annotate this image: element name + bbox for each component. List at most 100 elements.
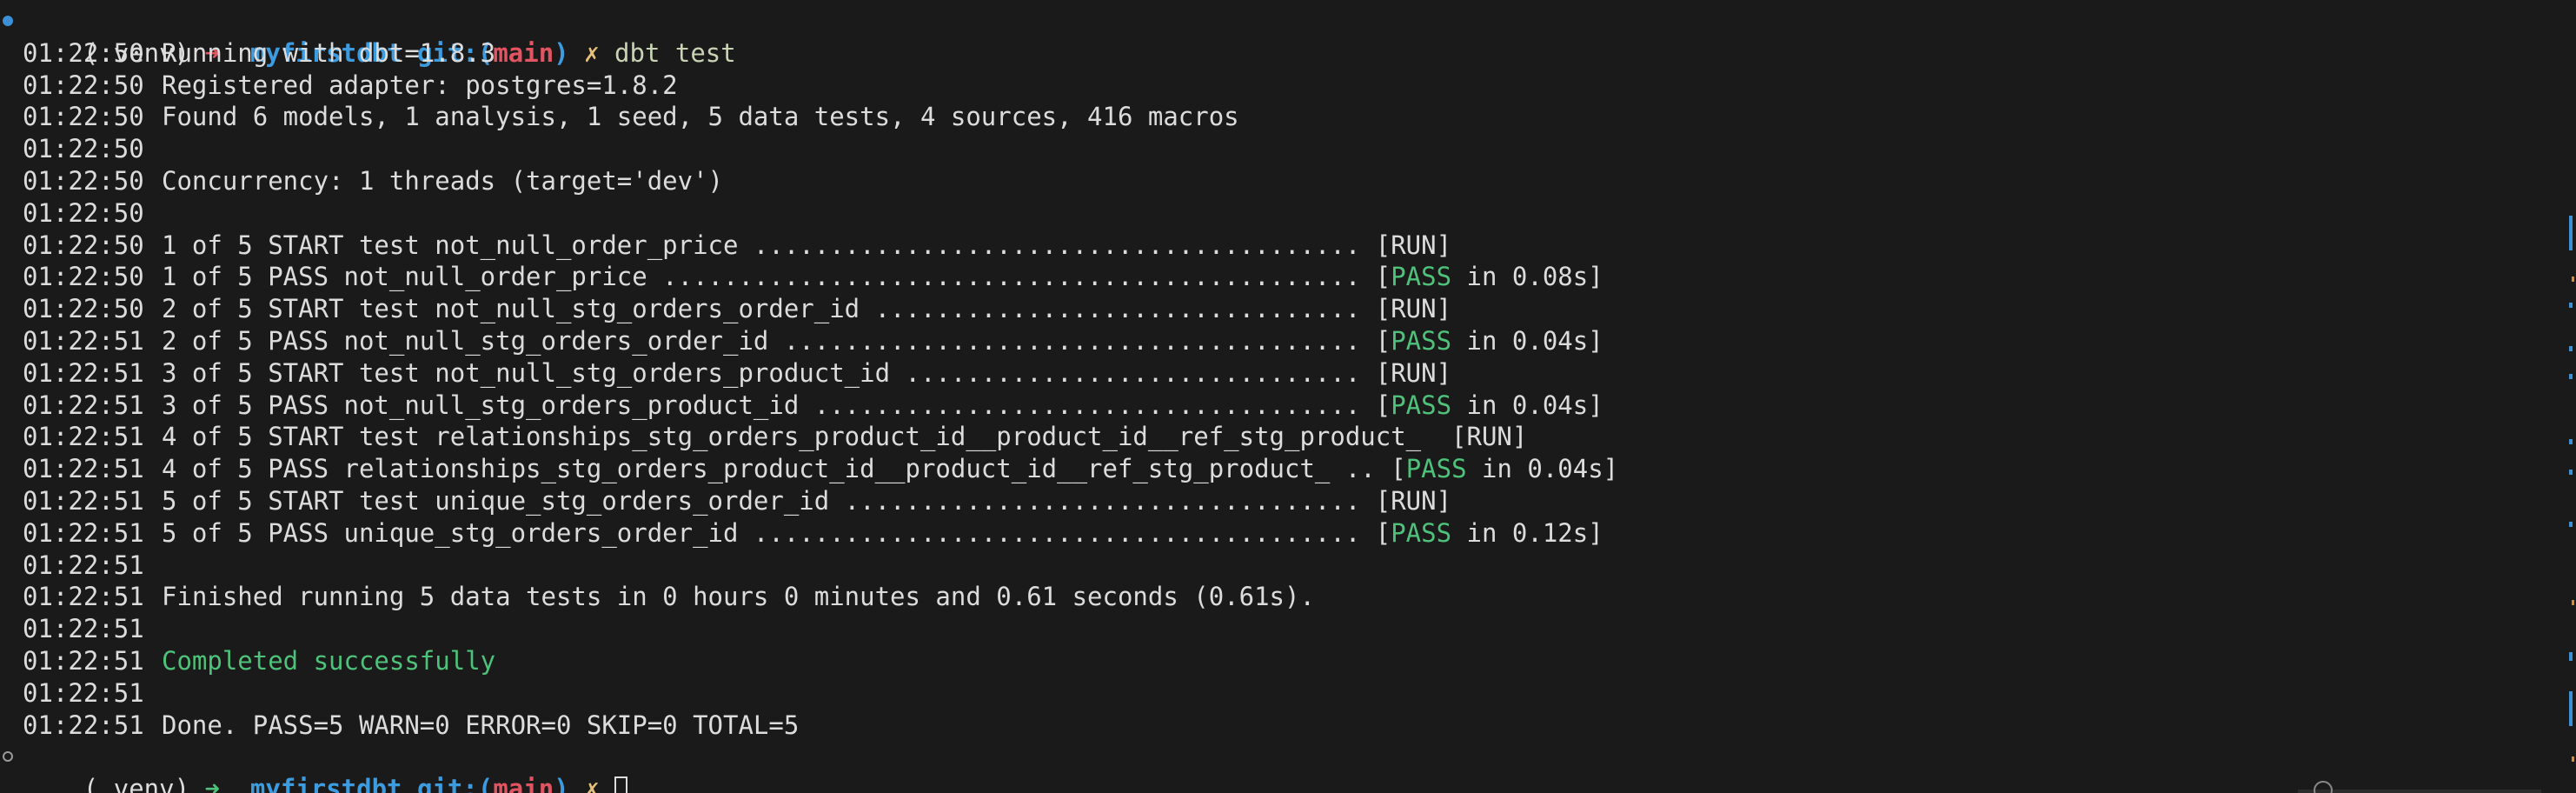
prompt-arrow-icon: ➜	[204, 774, 220, 793]
output-line: 01:22:50 2 of 5 START test not_null_stg_o…	[0, 293, 2576, 325]
timestamp: 01:22:50	[23, 37, 144, 68]
log-text: Finished running 5 data tests in 0 hours…	[162, 582, 1315, 612]
timestamp: 01:22:51	[23, 357, 144, 388]
log-text: 4 of 5 START test relationships_stg_orde…	[162, 422, 1528, 452]
duration-text: in 0.04s]	[1451, 390, 1603, 420]
scrollbar-marker	[2569, 470, 2573, 475]
scrollbar-marker	[2569, 216, 2573, 250]
timestamp: 01:22:51	[23, 517, 144, 548]
duration-text: in 0.04s]	[1451, 325, 1603, 356]
log-text: 3 of 5 START test not_null_stg_orders_pr…	[162, 357, 1452, 388]
log-text: 2 of 5 START test not_null_stg_orders_or…	[162, 294, 1452, 324]
command-status-dot-icon[interactable]	[3, 16, 13, 26]
success-message: Completed successfully	[162, 645, 496, 676]
output-line: 01:22:51 5 of 5 START test unique_stg_ord…	[0, 485, 2576, 517]
log-text: Found 6 models, 1 analysis, 1 seed, 5 da…	[162, 102, 1239, 132]
log-text: 5 of 5 PASS unique_stg_orders_order_id .…	[162, 517, 1391, 548]
timestamp: 01:22:50	[23, 197, 144, 228]
timestamp: 01:22:51	[23, 325, 144, 356]
log-text: 5 of 5 START test unique_stg_orders_orde…	[162, 485, 1452, 516]
output-line: 01:22:50 Running with dbt=1.8.3	[0, 37, 2576, 70]
duration-text: in 0.08s]	[1451, 262, 1603, 292]
scrollbar-marker	[2569, 439, 2573, 444]
output-line: 01:22:50 Registered adapter: postgres=1.8…	[0, 70, 2576, 102]
output-line: 01:22:50 1 of 5 START test not_null_order…	[0, 230, 2576, 262]
timestamp: 01:22:50	[23, 165, 144, 196]
output-line: 01:22:51 Finished running 5 data tests in…	[0, 581, 2576, 613]
output-line: 01:22:50 Concurrency: 1 threads (target='…	[0, 165, 2576, 197]
output-line: 01:22:51 Completed successfully	[0, 645, 2576, 677]
text-cursor[interactable]	[614, 776, 628, 793]
dirty-marker-icon: ✗	[584, 774, 600, 793]
log-text: 1 of 5 START test not_null_order_price .…	[162, 230, 1452, 260]
pass-status: PASS	[1391, 325, 1452, 356]
scrollbar-marker	[2569, 374, 2573, 379]
output-line: 01:22:51 4 of 5 START test relationships_…	[0, 421, 2576, 453]
timestamp: 01:22:50	[23, 294, 144, 324]
scrollbar-marker	[2569, 346, 2573, 351]
timestamp: 01:22:51	[23, 582, 144, 612]
output-line: 01:22:51 2 of 5 PASS not_null_stg_orders_…	[0, 325, 2576, 357]
command-output: 01:22:50 Running with dbt=1.8.3 01:22:50 Re…	[0, 37, 2576, 742]
log-text: Done. PASS=5 WARN=0 ERROR=0 SKIP=0 TOTAL…	[162, 710, 800, 740]
timestamp: 01:22:50	[23, 262, 144, 292]
output-line: 01:22:50	[0, 133, 2576, 165]
timestamp: 01:22:51	[23, 422, 144, 452]
scrollbar-marker	[2569, 522, 2573, 527]
scrollbar-marker	[2572, 756, 2574, 762]
output-line: 01:22:50 Found 6 models, 1 analysis, 1 se…	[0, 101, 2576, 133]
timestamp: 01:22:50	[23, 102, 144, 132]
circle-icon	[2314, 781, 2333, 793]
output-line: 01:22:50	[0, 197, 2576, 230]
log-text: Concurrency: 1 threads (target='dev')	[162, 165, 724, 196]
scrollbar-marker	[2572, 600, 2574, 605]
pass-status: PASS	[1391, 517, 1452, 548]
output-line: 01:22:51 Done. PASS=5 WARN=0 ERROR=0 SKIP…	[0, 710, 2576, 742]
log-text: 3 of 5 PASS not_null_stg_orders_product_…	[162, 390, 1391, 420]
timestamp: 01:22:51	[23, 485, 144, 516]
pass-status: PASS	[1391, 390, 1452, 420]
output-line: 01:22:51	[0, 550, 2576, 582]
bottom-edge-bar	[2298, 790, 2541, 793]
command-status-dot-icon[interactable]	[3, 751, 13, 763]
duration-text: in 0.12s]	[1451, 517, 1603, 548]
log-text: Running with dbt=1.8.3	[162, 37, 496, 68]
scrollbar-marker	[2569, 303, 2573, 308]
log-text: 2 of 5 PASS not_null_stg_orders_order_id…	[162, 325, 1391, 356]
scrollbar-marker	[2569, 652, 2573, 661]
output-line: 01:22:51 5 of 5 PASS unique_stg_orders_or…	[0, 517, 2576, 550]
output-line: 01:22:51	[0, 677, 2576, 710]
timestamp: 01:22:50	[23, 70, 144, 100]
timestamp: 01:22:51	[23, 390, 144, 420]
log-text: 4 of 5 PASS relationships_stg_orders_pro…	[162, 454, 1406, 484]
timestamp: 01:22:50	[23, 134, 144, 164]
timestamp: 01:22:51	[23, 677, 144, 708]
timestamp: 01:22:51	[23, 614, 144, 644]
output-line: 01:22:50 1 of 5 PASS not_null_order_price…	[0, 261, 2576, 293]
git-label: git:(	[417, 774, 494, 793]
git-branch: main	[493, 774, 554, 793]
timestamp: 01:22:51	[23, 645, 144, 676]
output-line: 01:22:51 4 of 5 PASS relationships_stg_or…	[0, 453, 2576, 485]
timestamp: 01:22:51	[23, 454, 144, 484]
pass-status: PASS	[1391, 262, 1452, 292]
scrollbar-gutter[interactable]	[2564, 0, 2576, 793]
timestamp: 01:22:50	[23, 230, 144, 260]
output-line: 01:22:51	[0, 613, 2576, 645]
duration-text: in 0.04s]	[1466, 454, 1619, 484]
directory-name: myfirstdbt	[249, 774, 402, 793]
terminal-window[interactable]: (.venv) ➜ myfirstdbt git:(main) ✗ dbt te…	[0, 0, 2576, 793]
output-line: 01:22:51 3 of 5 START test not_null_stg_o…	[0, 357, 2576, 390]
venv-label: (.venv)	[83, 774, 190, 793]
prompt-line-1: (.venv) ➜ myfirstdbt git:(main) ✗ dbt te…	[0, 5, 2576, 68]
timestamp: 01:22:51	[23, 550, 144, 580]
log-text: Registered adapter: postgres=1.8.2	[162, 70, 678, 100]
scrollbar-marker	[2569, 691, 2573, 726]
scrollbar-marker	[2572, 277, 2574, 282]
log-text: 1 of 5 PASS not_null_order_price .......…	[162, 262, 1391, 292]
output-line: 01:22:51 3 of 5 PASS not_null_stg_orders_…	[0, 390, 2576, 422]
prompt-line-2: (.venv) ➜ myfirstdbt git:(main) ✗	[0, 741, 2576, 793]
git-label-close: )	[554, 774, 569, 793]
timestamp: 01:22:51	[23, 710, 144, 740]
pass-status: PASS	[1405, 454, 1467, 484]
